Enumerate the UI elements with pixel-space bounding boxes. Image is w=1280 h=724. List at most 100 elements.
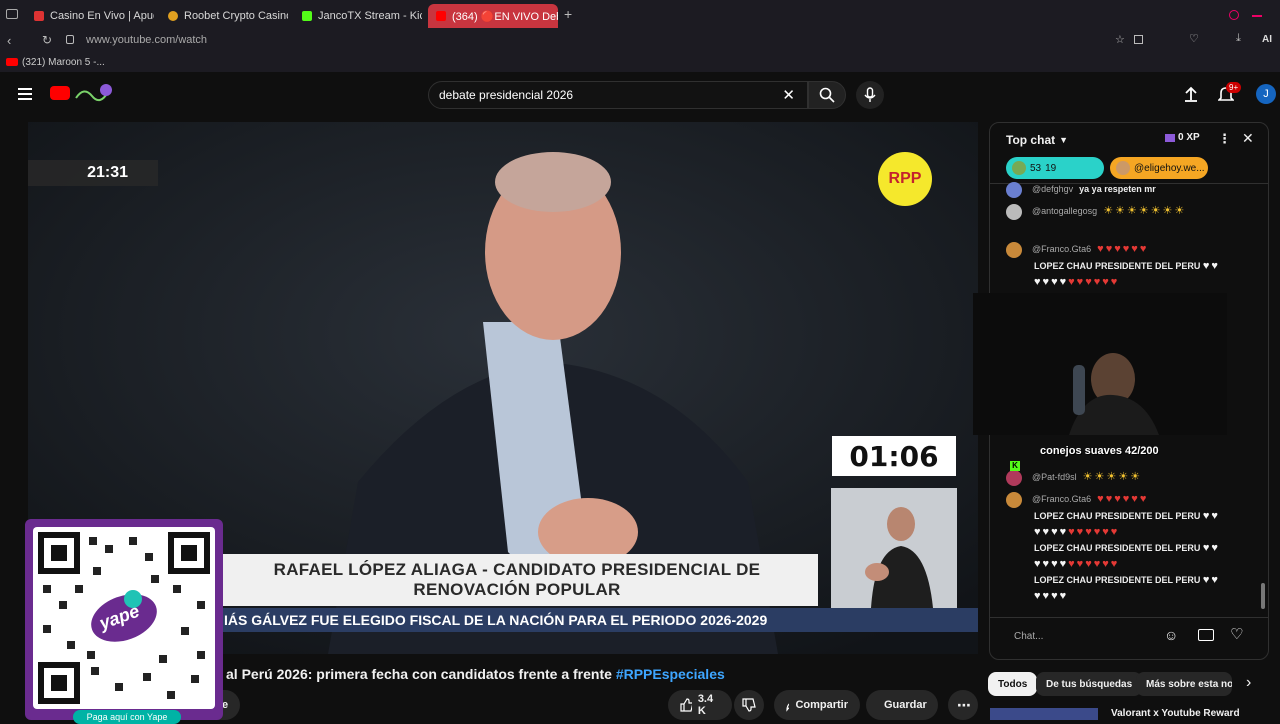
like-button[interactable]: 3.4 K <box>668 690 732 720</box>
emoji-icon[interactable]: ☺ <box>1164 627 1178 643</box>
like-count: 3.4 K <box>697 693 714 717</box>
youtube-favicon-icon <box>436 11 446 21</box>
kick-favicon-icon <box>302 11 312 21</box>
search-tabs-icon[interactable] <box>1229 10 1239 20</box>
news-ticker: IÁS GÁLVEZ FUE ELEGIDO FISCAL DE LA NACI… <box>216 608 978 632</box>
pinned-user-chip[interactable]: 53 19 <box>1006 157 1104 179</box>
mention-avatar-icon <box>1116 161 1130 175</box>
chat-header: Top chat ▼ 0 XP ⋮ ✕ <box>990 123 1268 157</box>
chat-author[interactable]: @Franco.Gta6 <box>1032 244 1091 254</box>
chat-divider <box>990 617 1268 618</box>
share-button[interactable]: Compartir <box>774 690 860 720</box>
chat-author[interactable]: @Franco.Gta6 <box>1032 494 1091 504</box>
chat-author[interactable]: @antogallegosg <box>1032 206 1097 216</box>
tab-roobet[interactable]: Roobet Crypto Casino | Be <box>160 4 288 28</box>
thumbs-up-icon <box>680 698 692 712</box>
pinned-mention-chip[interactable]: @eligehoy.we... <box>1110 157 1208 179</box>
casino-favicon-icon <box>34 11 44 21</box>
new-tab-button[interactable]: + <box>564 6 572 22</box>
chat-more-icon[interactable]: ⋮ <box>1218 131 1231 147</box>
chip-more-about[interactable]: Más sobre esta not <box>1136 672 1232 696</box>
sun-emojis: ☀☀☀☀☀ <box>1082 471 1142 483</box>
tab-youtube-live[interactable]: (364) 🔴EN VIVO Deb <box>428 4 558 28</box>
chat-text: ya ya respeten mr <box>1079 184 1156 194</box>
suggestion-title[interactable]: Valorant x Youtube Reward <box>1111 708 1240 719</box>
thumbs-down-icon <box>742 698 756 712</box>
chat-message: @defghgv ya ya respeten mr <box>1006 181 1246 198</box>
upload-button[interactable] <box>1184 86 1198 102</box>
chat-input[interactable]: Chat... <box>1002 625 1164 647</box>
ai-button[interactable]: AI <box>1262 34 1272 45</box>
hashtag-link[interactable]: #RPPEspeciales <box>616 666 725 682</box>
close-chat-icon[interactable]: ✕ <box>1242 130 1254 147</box>
pinned-mention-label: @eligehoy.we... <box>1134 162 1205 174</box>
chat-message: @Pat-fd9sl ☀☀☀☀☀ <box>1006 469 1246 486</box>
chat-mode-selector[interactable]: Top chat <box>1006 133 1055 147</box>
heart-icon[interactable]: ♡ <box>1189 32 1199 45</box>
chip-all[interactable]: Todos <box>988 672 1038 696</box>
chat-text: LOPEZ CHAU PRESIDENTE DEL PERU <box>1034 510 1201 521</box>
minimize-icon[interactable] <box>1252 15 1262 17</box>
mixed-heart-emojis: ♥♥♥♥♥♥♥♥♥♥ <box>1034 557 1120 570</box>
white-heart-emojis: ♥♥ <box>1202 573 1220 586</box>
heart-reaction-icon[interactable]: ♡ <box>1230 625 1243 643</box>
hamburger-menu-icon[interactable] <box>18 88 32 100</box>
chat-text: LOPEZ CHAU PRESIDENTE DEL PERU <box>1034 260 1201 271</box>
tab-casino[interactable]: Casino En Vivo | Apuesta <box>26 4 154 28</box>
chat-avatar <box>1006 181 1022 198</box>
chip-from-searches[interactable]: De tus búsquedas <box>1036 672 1143 696</box>
url-field[interactable]: www.youtube.com/watch <box>86 34 207 46</box>
youtube-logo[interactable] <box>50 86 70 100</box>
share-icon <box>786 703 790 712</box>
chat-author[interactable]: @defghgv <box>1032 184 1073 194</box>
sun-emojis: ☀☀☀☀☀☀☀ <box>1103 205 1187 217</box>
search-input[interactable]: debate presidencial 2026 ✕ <box>428 81 808 109</box>
tab-kick[interactable]: JancoTX Stream - Kick De <box>294 4 422 28</box>
yape-qr-overlay: yape Paga aquí con Yape <box>25 519 223 724</box>
heart-emojis: ♥♥♥♥♥♥ <box>1097 493 1149 505</box>
xp-badge[interactable]: 0 XP <box>1165 132 1200 143</box>
reload-icon[interactable]: ↻ <box>42 33 52 47</box>
search-button[interactable] <box>808 81 846 109</box>
back-icon[interactable]: ‹ <box>7 33 11 48</box>
clear-search-icon[interactable]: ✕ <box>782 86 795 104</box>
bookmark-star-icon[interactable]: ☆ <box>1115 33 1125 46</box>
chat-message: @Franco.Gta6 ♥♥♥♥♥♥ LOPEZ CHAU PRESIDENTE… <box>1006 241 1246 290</box>
youtube-bookmark-icon <box>6 58 18 66</box>
interpreter-figure <box>865 507 933 608</box>
save-button[interactable]: Guardar <box>866 690 938 720</box>
white-heart-emojis: ♥♥ <box>1202 541 1220 554</box>
bookmark-maroon5[interactable]: (321) Maroon 5 -... <box>22 57 105 68</box>
heart-emojis: ♥♥♥♥♥♥ <box>1097 243 1149 255</box>
account-avatar[interactable]: J <box>1256 84 1276 104</box>
doodle-logo[interactable] <box>74 82 114 102</box>
kick-badge: K <box>1010 461 1020 471</box>
white-heart-emojis: ♥♥♥♥ <box>1034 589 1069 602</box>
suggestion-thumbnail[interactable] <box>990 708 1098 720</box>
dislike-button[interactable] <box>734 690 764 720</box>
chat-message: @Franco.Gta6 ♥♥♥♥♥♥ LOPEZ CHAU PRESIDENTE… <box>1006 491 1246 604</box>
pinned-like-count: 53 <box>1030 162 1042 174</box>
extensions-icon[interactable] <box>1134 35 1143 44</box>
save-label: Guardar <box>884 699 927 711</box>
sign-language-interpreter <box>831 488 957 608</box>
xp-value: 0 XP <box>1178 132 1200 143</box>
chip-next-icon[interactable]: › <box>1246 674 1251 692</box>
chat-scrollbar[interactable] <box>1261 583 1265 609</box>
webcam-scene <box>973 293 1227 435</box>
youtube-header: debate presidencial 2026 ✕ 9+ J <box>0 72 1280 118</box>
user-avatar-icon <box>1012 161 1026 175</box>
voice-search-button[interactable] <box>856 81 884 109</box>
chevron-down-icon[interactable]: ▼ <box>1059 135 1068 145</box>
streamer-webcam <box>973 293 1227 435</box>
browser-tab-strip: Casino En Vivo | Apuesta Roobet Crypto C… <box>0 0 1280 30</box>
browser-menu-icon[interactable] <box>6 9 18 19</box>
roobet-favicon-icon <box>168 11 178 21</box>
more-actions-button[interactable]: ⋯ <box>948 690 978 720</box>
chat-author[interactable]: @Pat-fd9sl <box>1032 472 1077 482</box>
super-chat-icon[interactable] <box>1198 629 1214 641</box>
mixed-heart-emojis: ♥♥♥♥♥♥♥♥♥♥ <box>1034 525 1120 538</box>
download-icon[interactable]: ⤓ <box>1236 32 1241 45</box>
chat-message: @antogallegosg ☀☀☀☀☀☀☀ <box>1006 203 1246 220</box>
lower-third-line2: RENOVACIÓN POPULAR <box>413 580 621 599</box>
